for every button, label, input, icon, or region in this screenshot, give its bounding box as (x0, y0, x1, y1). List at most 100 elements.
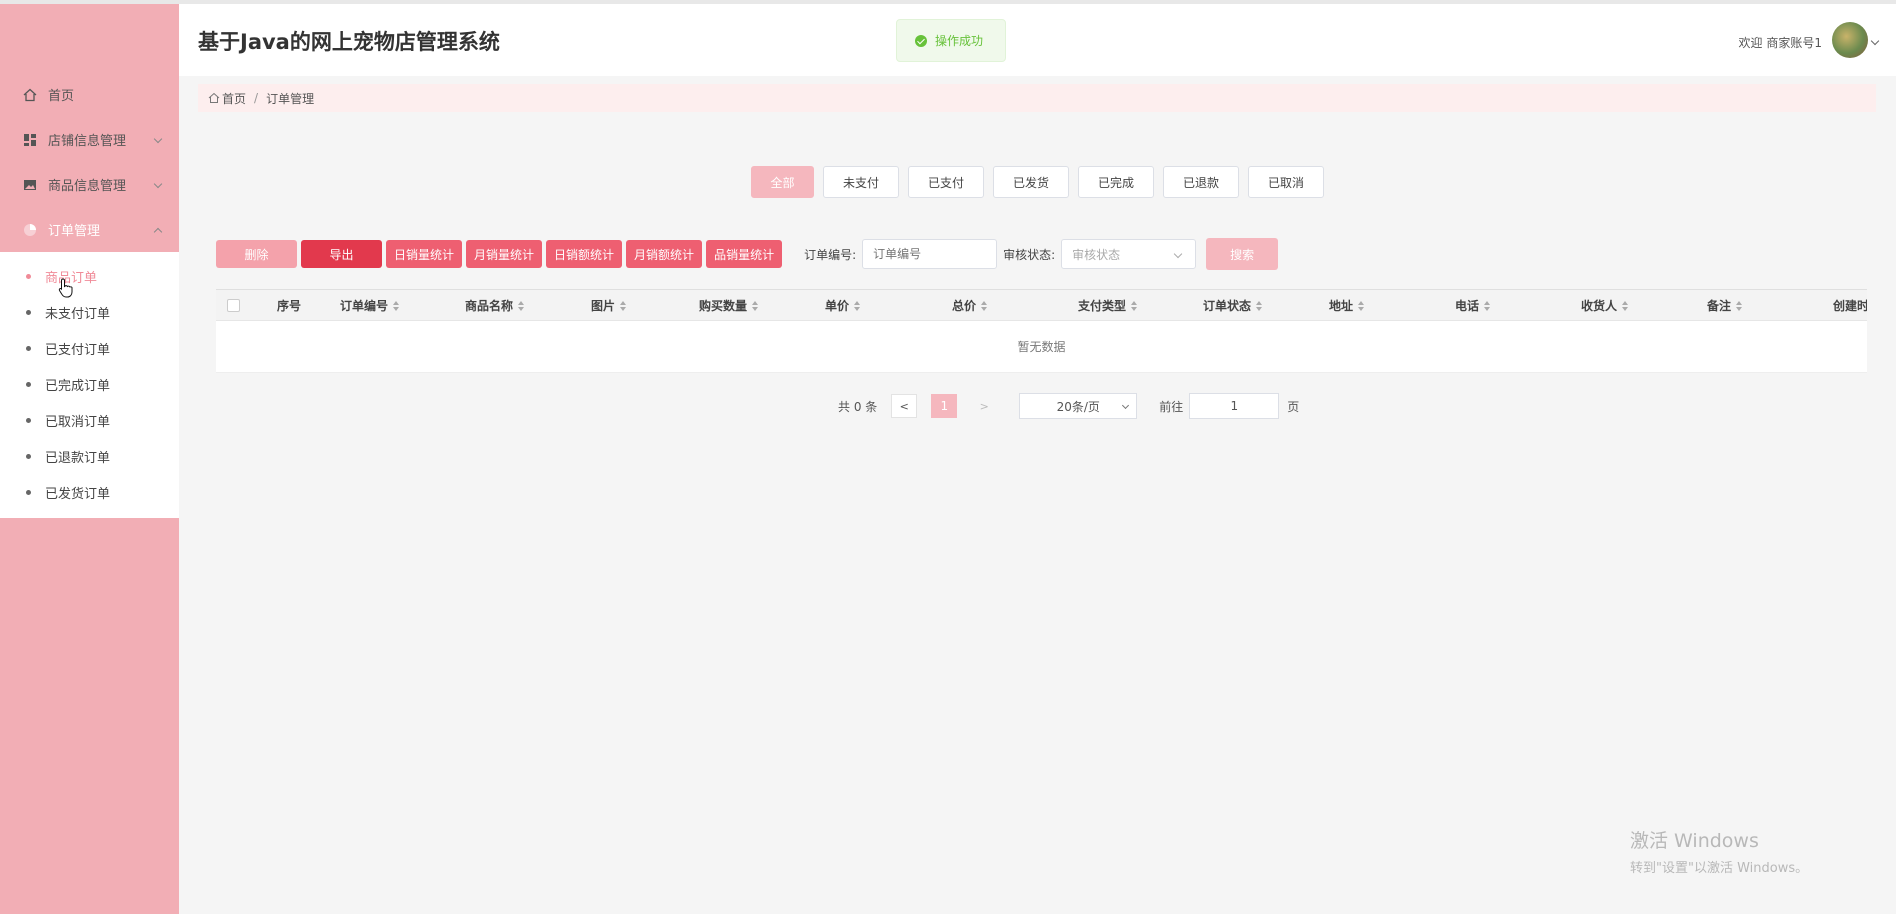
sort-icon[interactable] (752, 300, 759, 311)
orders-table: 序号 订单编号 商品名称 图片 购买数量 单价 总价 支付类型 订单状态 地址 … (216, 289, 1867, 373)
status-filter-refunded[interactable]: 已退款 (1163, 166, 1239, 198)
column-header-label: 支付类型 (1078, 299, 1127, 313)
status-filter-unpaid[interactable]: 未支付 (823, 166, 899, 198)
sort-icon[interactable] (1256, 300, 1263, 311)
sort-icon[interactable] (1484, 300, 1491, 311)
status-filter-completed[interactable]: 已完成 (1078, 166, 1154, 198)
column-header-order-no[interactable]: 订单编号 (340, 290, 400, 321)
product-sales-qty-button[interactable]: 品销量统计 (706, 240, 783, 268)
image-icon (22, 177, 38, 193)
daily-sales-amount-button[interactable]: 日销额统计 (546, 240, 623, 268)
status-filter-all[interactable]: 全部 (751, 166, 814, 198)
column-header-unit-price[interactable]: 单价 (825, 290, 861, 321)
column-header-label: 订单编号 (340, 299, 389, 313)
sidebar-item-product-info[interactable]: 商品信息管理 (0, 162, 179, 207)
submenu-item-paid-orders[interactable]: 已支付订单 (0, 330, 179, 366)
submenu-item-completed-orders[interactable]: 已完成订单 (0, 366, 179, 402)
delete-button[interactable]: 删除 (216, 240, 297, 268)
breadcrumb-separator: / (254, 91, 259, 105)
column-header-label: 总价 (952, 299, 977, 313)
pie-chart-icon (22, 222, 38, 238)
windows-activation-watermark: 激活 Windows 转到"设置"以激活 Windows。 (1630, 826, 1808, 876)
sort-icon[interactable] (854, 300, 861, 311)
check-circle-icon (915, 34, 927, 47)
sidebar-item-home[interactable]: 首页 (0, 72, 179, 117)
breadcrumb-home-link[interactable]: 首页 (222, 90, 246, 107)
sidebar-item-label: 商品信息管理 (48, 179, 127, 194)
submenu-item-product-orders[interactable]: 商品订单 (0, 258, 179, 294)
sidebar-item-label: 首页 (48, 89, 75, 104)
sort-icon[interactable] (518, 300, 525, 311)
column-header-product-name[interactable]: 商品名称 (465, 290, 525, 321)
column-header-label: 订单状态 (1203, 299, 1252, 313)
sidebar-item-orders[interactable]: 订单管理 (0, 207, 179, 252)
watermark-subtitle: 转到"设置"以激活 Windows。 (1630, 861, 1809, 876)
page-suffix: 页 (1287, 399, 1300, 414)
column-header-total-price[interactable]: 总价 (952, 290, 988, 321)
goto-page-input[interactable]: 1 (1189, 393, 1280, 419)
sort-icon[interactable] (393, 300, 400, 311)
sort-icon[interactable] (1358, 300, 1365, 311)
status-filter-cancelled[interactable]: 已取消 (1248, 166, 1324, 198)
monthly-sales-qty-button[interactable]: 月销量统计 (466, 240, 543, 268)
page-size-select[interactable]: 20条/页 (1019, 393, 1138, 419)
order-no-input[interactable] (862, 239, 998, 269)
next-page-button[interactable]: > (971, 394, 997, 418)
avatar[interactable] (1832, 22, 1868, 58)
audit-status-placeholder: 审核状态 (1072, 247, 1121, 262)
column-header-order-status[interactable]: 订单状态 (1203, 290, 1263, 321)
pagination: 共 0 条 < 1 > 20条/页 前往 1 页 (838, 393, 1299, 419)
export-button[interactable]: 导出 (301, 240, 382, 268)
column-header-label: 图片 (591, 299, 616, 313)
column-header-address[interactable]: 地址 (1329, 290, 1365, 321)
status-filter-paid[interactable]: 已支付 (908, 166, 984, 198)
submenu-item-unpaid-orders[interactable]: 未支付订单 (0, 294, 179, 330)
submenu-item-refunded-orders[interactable]: 已退款订单 (0, 438, 179, 474)
monthly-sales-amount-button[interactable]: 月销额统计 (626, 240, 703, 268)
column-header-receiver[interactable]: 收货人 (1581, 290, 1629, 321)
daily-sales-qty-button[interactable]: 日销量统计 (386, 240, 463, 268)
order-no-label: 订单编号: (804, 247, 857, 262)
watermark-title: 激活 Windows (1630, 830, 1759, 852)
orders-submenu: 商品订单 未支付订单 已支付订单 已完成订单 已取消订单 已退款订单 已发货订单 (0, 252, 179, 518)
dashboard-icon (22, 132, 38, 148)
audit-status-select[interactable]: 审核状态 (1061, 239, 1197, 269)
column-header-label: 单价 (825, 299, 850, 313)
prev-page-button[interactable]: < (891, 394, 918, 418)
sidebar-logo-area (0, 4, 179, 72)
welcome-text: 欢迎 商家账号1 (1738, 36, 1822, 50)
breadcrumb-current: 订单管理 (266, 91, 315, 106)
chevron-down-icon (1122, 401, 1130, 410)
column-header-label: 电话 (1455, 299, 1480, 313)
chevron-down-icon[interactable] (1870, 36, 1880, 46)
search-button[interactable]: 搜索 (1206, 238, 1279, 270)
toast-message: 操作成功 (935, 34, 984, 48)
column-header-image[interactable]: 图片 (591, 290, 627, 321)
sort-icon[interactable] (1622, 300, 1629, 311)
page-number-button[interactable]: 1 (931, 394, 958, 418)
column-header-created[interactable]: 创建时 (1833, 290, 1867, 321)
submenu-item-shipped-orders[interactable]: 已发货订单 (0, 474, 179, 510)
column-header-label: 收货人 (1581, 299, 1618, 313)
home-icon (22, 87, 38, 103)
sort-icon[interactable] (620, 300, 627, 311)
sort-icon[interactable] (1131, 300, 1138, 311)
action-toolbar: 删除 导出 日销量统计 月销量统计 日销额统计 月销额统计 品销量统计 订单编号… (216, 238, 1279, 270)
column-header-quantity[interactable]: 购买数量 (699, 290, 759, 321)
column-header-phone[interactable]: 电话 (1455, 290, 1491, 321)
submenu-item-cancelled-orders[interactable]: 已取消订单 (0, 402, 179, 438)
sort-icon[interactable] (981, 300, 988, 311)
column-header-payment-type[interactable]: 支付类型 (1078, 290, 1138, 321)
select-all-checkbox[interactable] (227, 299, 240, 312)
column-header-label: 商品名称 (465, 299, 514, 313)
sidebar: 首页 店铺信息管理 商品信息管理 订单管理 商品订单 未支付订单 已支付订单 已… (0, 4, 179, 914)
status-filter-shipped[interactable]: 已发货 (993, 166, 1069, 198)
app-title: 基于Java的网上宠物店管理系统 (198, 30, 500, 54)
sidebar-item-shop-info[interactable]: 店铺信息管理 (0, 117, 179, 162)
chevron-up-icon (153, 227, 163, 236)
column-header-remark[interactable]: 备注 (1707, 290, 1743, 321)
chevron-down-icon (153, 134, 163, 143)
sort-icon[interactable] (1736, 300, 1743, 311)
pagination-total: 共 0 条 (838, 399, 878, 414)
success-toast: 操作成功 (896, 19, 1006, 62)
